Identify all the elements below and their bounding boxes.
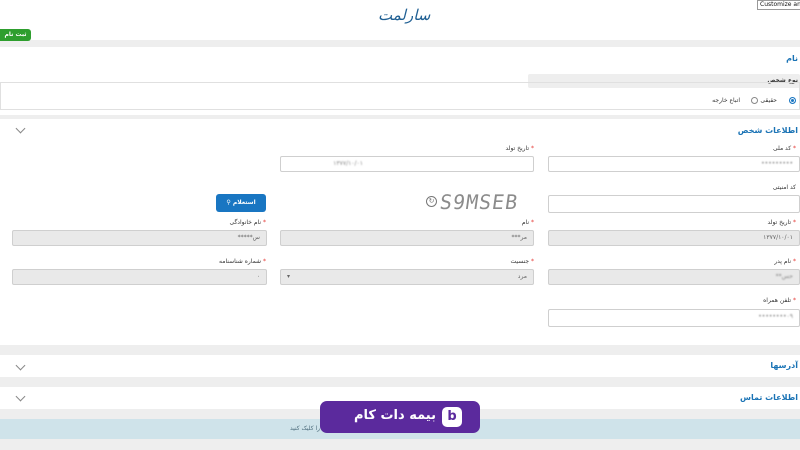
brand-name: بیمه دات کام: [354, 408, 436, 423]
gender-label: * جنسیت: [510, 258, 535, 265]
refresh-captcha-icon[interactable]: ↻: [426, 196, 437, 207]
person-type-box: [0, 82, 800, 110]
person-info-title: اطلاعات شخص: [737, 126, 798, 135]
radio-natural[interactable]: [789, 97, 796, 104]
first-name-label: * نام: [521, 219, 534, 226]
brand-logo-icon: b: [442, 407, 462, 427]
radio-foreign-label: اتباع خارجه: [712, 97, 740, 104]
security-code-input[interactable]: [548, 195, 800, 213]
birth-date-input[interactable]: ۱۳۷۷/۱۰/۰۱: [548, 230, 800, 246]
national-code-input[interactable]: •••••••••: [548, 156, 800, 172]
addresses-title: آدرسها: [770, 361, 798, 370]
register-button[interactable]: ثبت نام: [0, 29, 31, 41]
contact-title: اطلاعات تماس: [739, 393, 798, 402]
brand-watermark: b بیمه دات کام: [320, 401, 480, 433]
father-name-label: * نام پدر: [774, 258, 796, 265]
site-logo[interactable]: سارلمت: [378, 6, 430, 24]
birth-date-label: * تاریخ تولد: [767, 219, 796, 226]
id-number-input[interactable]: ۰: [12, 269, 267, 285]
gender-select[interactable]: مرد ▾: [280, 269, 534, 285]
last-name-input[interactable]: س*****: [12, 230, 267, 246]
search-icon: ⚲: [226, 199, 231, 206]
mobile-input[interactable]: ۰۹••••••••: [548, 309, 800, 327]
birth-date-top-label: * تاریخ تولد: [505, 145, 534, 152]
name-section-title: نام: [786, 54, 798, 63]
browser-tooltip: Customize and: [757, 0, 800, 10]
inquiry-button[interactable]: ⚲ استعلام: [216, 194, 266, 212]
birth-date-top-input[interactable]: ۱۳۷۷/۱۰/۰۱: [280, 156, 534, 172]
captcha-image: S9MSEB: [438, 190, 520, 214]
first-name-input[interactable]: مر***: [280, 230, 534, 246]
radio-natural-label: حقیقی: [760, 97, 777, 104]
radio-foreign[interactable]: [751, 97, 758, 104]
national-code-label: * کد ملی: [772, 145, 796, 152]
last-name-label: * نام خانوادگی: [229, 219, 266, 226]
father-name-input[interactable]: حس**: [548, 269, 800, 285]
security-code-label: کد امنیتی: [772, 184, 796, 191]
addresses-section[interactable]: [0, 355, 800, 377]
dropdown-icon: ▾: [287, 273, 291, 280]
id-number-label: * شماره شناسنامه: [219, 258, 266, 265]
mobile-label: * تلفن همراه: [763, 297, 796, 304]
